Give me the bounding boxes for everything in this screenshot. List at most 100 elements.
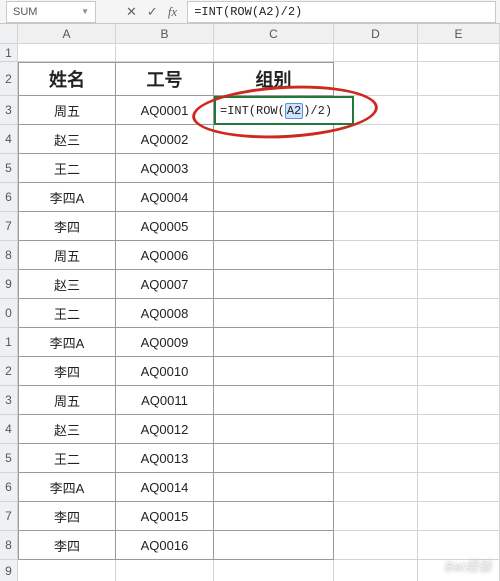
cell[interactable]: AQ0012 — [116, 415, 214, 444]
cell[interactable] — [334, 328, 418, 357]
cell[interactable] — [334, 531, 418, 560]
formula-input[interactable]: =INT(ROW(A2)/2) — [187, 1, 496, 23]
cell[interactable] — [214, 560, 334, 581]
cell[interactable] — [334, 386, 418, 415]
cell[interactable] — [418, 154, 500, 183]
cell[interactable] — [214, 44, 334, 62]
row-header[interactable]: 2 — [0, 357, 18, 386]
row-header[interactable]: 3 — [0, 96, 18, 125]
chevron-down-icon[interactable]: ▼ — [81, 7, 89, 16]
cell[interactable]: 赵三 — [18, 270, 116, 299]
cell[interactable] — [418, 531, 500, 560]
cell[interactable] — [214, 357, 334, 386]
row-header[interactable]: 6 — [0, 473, 18, 502]
row-header[interactable]: 7 — [0, 502, 18, 531]
cell[interactable] — [418, 415, 500, 444]
row-header[interactable]: 5 — [0, 444, 18, 473]
row-header[interactable]: 4 — [0, 125, 18, 154]
cell[interactable] — [334, 270, 418, 299]
confirm-icon[interactable]: ✓ — [147, 5, 158, 18]
row-header[interactable]: 5 — [0, 154, 18, 183]
cell[interactable]: AQ0016 — [116, 531, 214, 560]
row-header[interactable]: 1 — [0, 44, 18, 62]
cell[interactable] — [214, 386, 334, 415]
cancel-icon[interactable]: ✕ — [126, 5, 137, 18]
cell[interactable] — [418, 183, 500, 212]
cell[interactable] — [418, 299, 500, 328]
row-header[interactable]: 4 — [0, 415, 18, 444]
cell[interactable] — [418, 96, 500, 125]
cell[interactable] — [214, 531, 334, 560]
cell[interactable] — [418, 241, 500, 270]
cell[interactable]: 李四A — [18, 473, 116, 502]
row-header[interactable]: 9 — [0, 560, 18, 581]
cell[interactable]: AQ0008 — [116, 299, 214, 328]
cell[interactable]: AQ0015 — [116, 502, 214, 531]
spreadsheet-grid[interactable]: A B C D E =INT(ROW(A2)/2) 12姓名工号组别3周五AQ0… — [0, 24, 500, 581]
row-header[interactable]: 6 — [0, 183, 18, 212]
cell[interactable] — [334, 299, 418, 328]
cell[interactable]: 赵三 — [18, 415, 116, 444]
col-header-C[interactable]: C — [214, 24, 334, 44]
cell[interactable]: 李四 — [18, 212, 116, 241]
cell[interactable]: 姓名 — [18, 62, 116, 96]
cell[interactable]: AQ0006 — [116, 241, 214, 270]
cell[interactable]: 赵三 — [18, 125, 116, 154]
cell[interactable] — [418, 444, 500, 473]
cell[interactable]: AQ0004 — [116, 183, 214, 212]
col-header-B[interactable]: B — [116, 24, 214, 44]
cell[interactable] — [334, 125, 418, 154]
cell[interactable]: 王二 — [18, 154, 116, 183]
row-header[interactable]: 7 — [0, 212, 18, 241]
cell[interactable] — [116, 44, 214, 62]
cell[interactable] — [418, 328, 500, 357]
cell[interactable] — [334, 560, 418, 581]
cell[interactable] — [214, 473, 334, 502]
cell[interactable] — [214, 328, 334, 357]
cell[interactable] — [214, 415, 334, 444]
cell[interactable] — [334, 444, 418, 473]
cell[interactable] — [214, 212, 334, 241]
cell[interactable] — [18, 44, 116, 62]
cell[interactable]: AQ0009 — [116, 328, 214, 357]
cell[interactable] — [418, 270, 500, 299]
cell[interactable]: 周五 — [18, 386, 116, 415]
cell[interactable] — [334, 473, 418, 502]
fx-icon[interactable]: fx — [168, 5, 177, 18]
cell[interactable] — [214, 241, 334, 270]
cell[interactable]: AQ0002 — [116, 125, 214, 154]
cell[interactable]: 李四 — [18, 502, 116, 531]
cell[interactable] — [334, 62, 418, 96]
cell[interactable] — [418, 62, 500, 96]
cell[interactable] — [214, 183, 334, 212]
cell[interactable]: 李四A — [18, 183, 116, 212]
cell[interactable]: 王二 — [18, 444, 116, 473]
cell[interactable] — [334, 357, 418, 386]
cell[interactable] — [214, 444, 334, 473]
cell[interactable]: AQ0010 — [116, 357, 214, 386]
row-header[interactable]: 9 — [0, 270, 18, 299]
cell[interactable] — [334, 183, 418, 212]
cell[interactable]: AQ0001 — [116, 96, 214, 125]
cell[interactable] — [214, 502, 334, 531]
cell[interactable] — [418, 560, 500, 581]
cell[interactable]: 工号 — [116, 62, 214, 96]
cell[interactable] — [334, 241, 418, 270]
cell[interactable] — [214, 154, 334, 183]
cell[interactable] — [214, 270, 334, 299]
col-header-E[interactable]: E — [418, 24, 500, 44]
row-header[interactable]: 3 — [0, 386, 18, 415]
cell[interactable] — [334, 154, 418, 183]
cell[interactable] — [418, 212, 500, 241]
cell[interactable] — [418, 125, 500, 154]
select-all-corner[interactable] — [0, 24, 18, 44]
cell[interactable]: AQ0003 — [116, 154, 214, 183]
row-header[interactable]: 1 — [0, 328, 18, 357]
cell[interactable] — [18, 560, 116, 581]
cell[interactable]: 组别 — [214, 62, 334, 96]
cell[interactable] — [334, 415, 418, 444]
row-header[interactable]: 2 — [0, 62, 18, 96]
col-header-D[interactable]: D — [334, 24, 418, 44]
cell[interactable]: AQ0005 — [116, 212, 214, 241]
cell[interactable]: 李四 — [18, 531, 116, 560]
